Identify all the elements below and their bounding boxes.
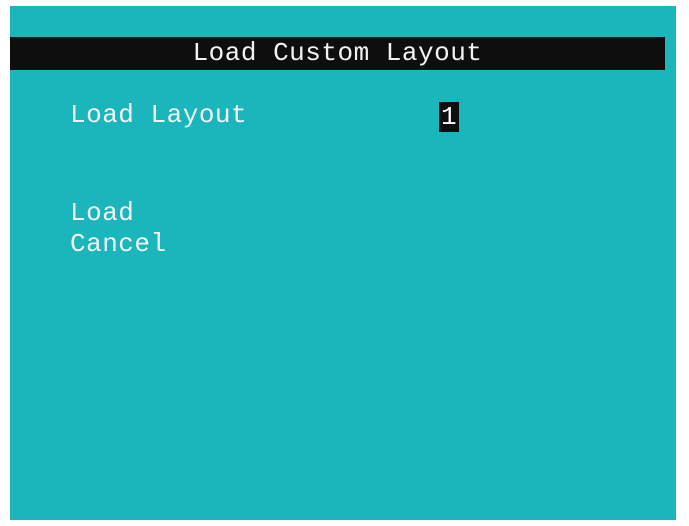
layout-number-field[interactable]: 1 [439,102,459,132]
load-layout-label: Load Layout [70,100,248,130]
screen-title: Load Custom Layout [10,37,665,70]
load-menu-item[interactable]: Load [70,198,134,228]
osd-screen: Load Custom Layout Load Layout 1 Load Ca… [10,6,676,520]
cancel-menu-item[interactable]: Cancel [70,229,167,259]
